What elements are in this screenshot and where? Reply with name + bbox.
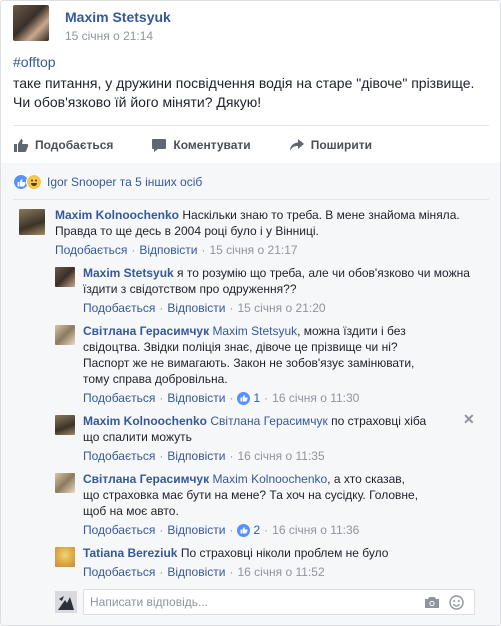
comment-meta: Подобається · Відповісти · 16 січня о 11:3… (83, 448, 325, 464)
commenter-name[interactable]: Світлана Герасимчук (83, 324, 209, 338)
comment-reply-link[interactable]: Відповісти (167, 564, 225, 580)
comment-button[interactable]: Коментувати (151, 138, 251, 152)
divider (13, 125, 489, 126)
comment-meta: Подобається · Відповісти · 2 · 16 січня о … (83, 522, 360, 538)
comment-body: Maxim Kolnoochenko Наскільки знаю то тре… (55, 207, 475, 258)
comment-reply-link[interactable]: Відповісти (167, 448, 225, 464)
comment-body: Tatiana Bereziuk По страховці ніколи про… (83, 545, 473, 580)
thumbs-up-icon (14, 139, 29, 152)
post-text: таке питання, у дружини посвідчення воді… (13, 75, 475, 110)
comment-time[interactable]: 16 січня о 11:35 (237, 448, 324, 464)
mention-link[interactable]: Світлана Герасимчук (210, 414, 327, 428)
comment-reply-link[interactable]: Відповісти (167, 300, 225, 316)
commenter-avatar[interactable] (55, 415, 75, 435)
commenter-name[interactable]: Tatiana Bereziuk (83, 546, 177, 560)
comment-like-link[interactable]: Подобається (83, 300, 155, 316)
comment-like-link[interactable]: Подобається (83, 390, 155, 406)
commenter-avatar[interactable] (55, 267, 75, 287)
commenter-name[interactable]: Світлана Герасимчук (83, 472, 209, 486)
comment-time[interactable]: 15 січня о 21:17 (209, 242, 297, 258)
like-label: Подобається (35, 138, 114, 152)
comment-reply-link[interactable]: Відповісти (167, 522, 225, 538)
comment-meta: Подобається · Відповісти · 15 січня о 21:2… (83, 300, 326, 316)
author-avatar[interactable] (13, 5, 49, 41)
hashtag-link[interactable]: #offtop (13, 54, 56, 70)
post-actions: Подобається Коментувати Поширити (13, 133, 410, 157)
commenter-avatar[interactable] (55, 325, 75, 345)
reactions-text[interactable]: Igor Snooper та 5 інших осіб (47, 175, 202, 189)
comment-meta: Подобається · Відповісти · 1 · 16 січня о … (83, 390, 360, 406)
comment-like-link[interactable]: Подобається (83, 522, 155, 538)
like-reaction-icon (237, 391, 251, 405)
commenter-name[interactable]: Maxim Kolnoochenko (83, 414, 207, 428)
comment-meta: Подобається · Відповісти · 16 січня о 11:5… (83, 564, 325, 580)
comment-text: По страховці ніколи проблем не було (180, 546, 389, 560)
close-icon[interactable]: ✕ (463, 411, 475, 428)
comment-like-count[interactable]: 1 (237, 390, 260, 406)
like-button[interactable]: Подобається (13, 138, 113, 152)
share-icon (289, 139, 304, 151)
share-button[interactable]: Поширити (289, 138, 372, 152)
comment-body: Maxim Stetsyuk я то розумію що треба, ал… (83, 265, 473, 316)
comment-label: Коментувати (173, 138, 251, 152)
comment-time[interactable]: 15 січня о 21:20 (237, 300, 325, 316)
comment-reply-link[interactable]: Відповісти (167, 390, 225, 406)
emoji-icon[interactable] (449, 595, 464, 615)
commenter-avatar[interactable] (55, 473, 75, 493)
share-label: Поширити (310, 138, 372, 152)
comment-like-link[interactable]: Подобається (55, 242, 127, 258)
comment-reply-link[interactable]: Відповісти (139, 242, 197, 258)
like-reaction-icon (237, 523, 251, 537)
mention-link[interactable]: Maxim Kolnoochenko (212, 472, 327, 486)
comment-time[interactable]: 16 січня о 11:52 (237, 564, 324, 580)
comment-like-count[interactable]: 2 (237, 522, 260, 538)
comment-like-link[interactable]: Подобається (83, 564, 155, 580)
comment-icon (152, 139, 167, 152)
haha-reaction-icon (26, 174, 42, 190)
mention-link[interactable]: Maxim Stetsyuk (212, 324, 297, 338)
reply-input[interactable] (90, 594, 410, 610)
current-user-avatar (55, 591, 77, 613)
divider (13, 199, 489, 200)
comment-meta: Подобається · Відповісти · 15 січня о 21:1… (55, 242, 298, 258)
comment-body: Maxim Kolnoochenko Світлана Герасимчук п… (83, 413, 445, 464)
comment-body: Світлана Герасимчук Maxim Stetsyuk, можн… (83, 323, 423, 406)
comment-time[interactable]: 16 січня о 11:30 (272, 390, 359, 406)
camera-icon[interactable] (424, 596, 440, 614)
post-timestamp[interactable]: 15 січня о 21:14 (65, 29, 153, 43)
post-author-name[interactable]: Maxim Stetsyuk (65, 9, 171, 25)
commenter-avatar[interactable] (19, 209, 45, 235)
comment-time[interactable]: 16 січня о 11:36 (272, 522, 359, 538)
commenter-name[interactable]: Maxim Stetsyuk (83, 266, 174, 280)
comment-like-link[interactable]: Подобається (83, 448, 155, 464)
post-card: Maxim Stetsyuk 15 січня о 21:14 #offtop … (0, 0, 501, 626)
reply-box[interactable] (83, 589, 475, 615)
comments-section: Igor Snooper та 5 інших осіб Maxim Kolno… (1, 163, 500, 625)
post-body: #offtop таке питання, у дружини посвідче… (13, 53, 493, 114)
reactions-summary[interactable]: Igor Snooper та 5 інших осіб (13, 173, 202, 191)
commenter-avatar[interactable] (55, 547, 75, 567)
commenter-name[interactable]: Maxim Kolnoochenko (55, 208, 179, 222)
comment-body: Світлана Герасимчук Maxim Kolnoochenko, … (83, 471, 423, 538)
